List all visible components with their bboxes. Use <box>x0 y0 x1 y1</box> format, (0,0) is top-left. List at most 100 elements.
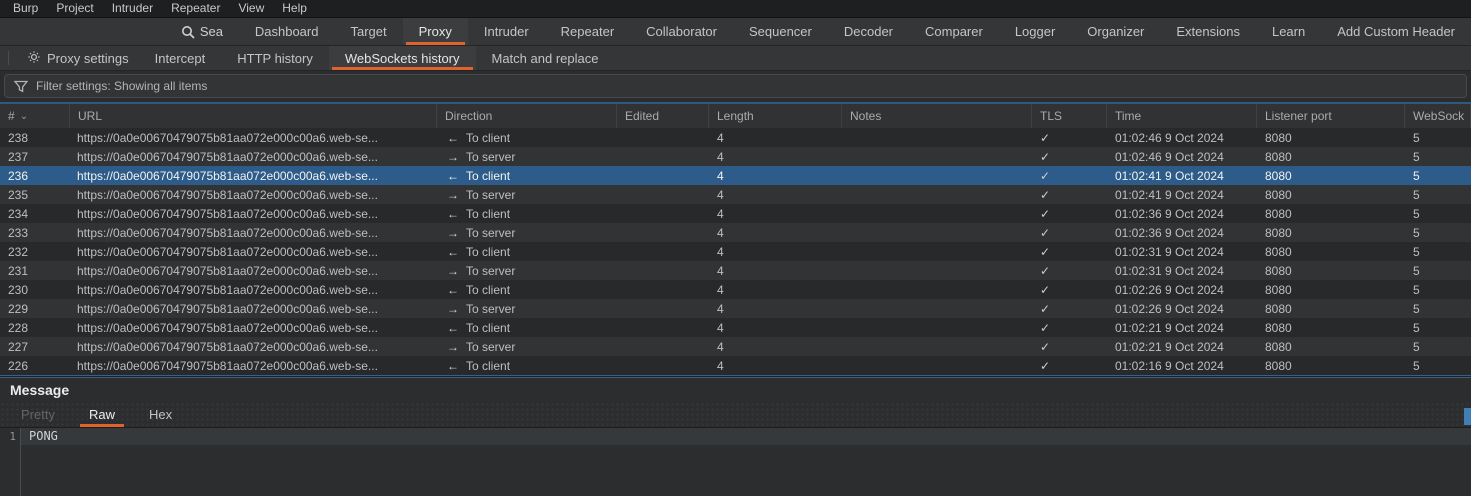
column-header[interactable]: URL <box>70 104 437 128</box>
main-tab-label: Intruder <box>484 24 529 39</box>
table-row[interactable]: 234 https://0a0e00670479075b81aa072e000c… <box>0 204 1471 223</box>
cell-url: https://0a0e00670479075b81aa072e000c00a6… <box>70 356 437 375</box>
direction-arrow-icon: ← <box>447 207 459 221</box>
main-tab[interactable]: Sequencer <box>733 18 828 45</box>
column-header[interactable]: Length <box>709 104 842 128</box>
main-tab[interactable]: Repeater <box>545 18 630 45</box>
main-tab[interactable]: Collaborator <box>630 18 733 45</box>
sub-tab[interactable]: Intercept <box>139 46 222 70</box>
main-tab-label: Learn <box>1272 24 1305 39</box>
cell-websocket-id: 5 <box>1405 280 1471 299</box>
main-tab[interactable]: Dashboard <box>239 18 335 45</box>
table-row[interactable]: 237 https://0a0e00670479075b81aa072e000c… <box>0 147 1471 166</box>
main-tab[interactable]: Decoder <box>828 18 909 45</box>
cell-websocket-id: 5 <box>1405 337 1471 356</box>
column-header[interactable]: # ⌄ <box>0 104 70 128</box>
proxy-settings-button[interactable]: Proxy settings <box>17 46 139 70</box>
cell-direction: → To server <box>437 299 617 318</box>
cell-tls: ✓ <box>1032 166 1107 185</box>
column-header[interactable]: Listener port <box>1257 104 1405 128</box>
column-header[interactable]: Notes <box>842 104 1032 128</box>
cell-url: https://0a0e00670479075b81aa072e000c00a6… <box>70 223 437 242</box>
table-row[interactable]: 226 https://0a0e00670479075b81aa072e000c… <box>0 356 1471 375</box>
cell-direction: ← To client <box>437 318 617 337</box>
message-view-tab[interactable]: Hex <box>132 402 189 427</box>
filter-band: Filter settings: Showing all items <box>0 71 1471 102</box>
main-tab[interactable]: Add Custom Header <box>1321 18 1471 45</box>
column-header[interactable]: WebSock <box>1405 104 1471 128</box>
cell-length: 4 <box>709 242 842 261</box>
table-row[interactable]: 236 https://0a0e00670479075b81aa072e000c… <box>0 166 1471 185</box>
column-header[interactable]: Direction <box>437 104 617 128</box>
message-view-tab-label: Pretty <box>21 407 55 422</box>
menubar: BurpProjectIntruderRepeaterViewHelp <box>0 0 1471 18</box>
menubar-item[interactable]: Burp <box>4 0 47 17</box>
main-tab-label: Repeater <box>561 24 614 39</box>
table-row[interactable]: 230 https://0a0e00670479075b81aa072e000c… <box>0 280 1471 299</box>
cell-tls: ✓ <box>1032 318 1107 337</box>
cell-websocket-id: 5 <box>1405 147 1471 166</box>
cell-edited <box>617 299 709 318</box>
cell-websocket-id: 5 <box>1405 185 1471 204</box>
cell-length: 4 <box>709 166 842 185</box>
table-row[interactable]: 233 https://0a0e00670479075b81aa072e000c… <box>0 223 1471 242</box>
table-row[interactable]: 235 https://0a0e00670479075b81aa072e000c… <box>0 185 1471 204</box>
table-row[interactable]: 227 https://0a0e00670479075b81aa072e000c… <box>0 337 1471 356</box>
checkmark-icon: ✓ <box>1040 302 1050 316</box>
sub-tab[interactable]: HTTP history <box>221 46 329 70</box>
column-header-label: Listener port <box>1265 109 1332 123</box>
message-editor-content[interactable]: PONG <box>21 428 1471 496</box>
menubar-item[interactable]: Repeater <box>162 0 229 17</box>
message-panel: Message Pretty Raw Hex 1 PONG <box>0 378 1471 496</box>
message-editor[interactable]: 1 PONG <box>0 428 1471 496</box>
cell-number: 238 <box>0 128 70 147</box>
table-row[interactable]: 231 https://0a0e00670479075b81aa072e000c… <box>0 261 1471 280</box>
search-button[interactable]: Sea <box>181 18 239 45</box>
column-header-label: TLS <box>1040 109 1062 123</box>
message-view-tab-bar: Pretty Raw Hex <box>0 402 1471 428</box>
cell-time: 01:02:21 9 Oct 2024 <box>1107 318 1257 337</box>
main-tab[interactable]: Extensions <box>1160 18 1256 45</box>
cell-websocket-id: 5 <box>1405 204 1471 223</box>
sub-tab[interactable]: Match and replace <box>476 46 615 70</box>
column-header[interactable]: Edited <box>617 104 709 128</box>
table-row[interactable]: 232 https://0a0e00670479075b81aa072e000c… <box>0 242 1471 261</box>
main-tab[interactable]: Learn <box>1256 18 1321 45</box>
cell-tls: ✓ <box>1032 242 1107 261</box>
message-view-tab[interactable]: Pretty <box>4 402 72 427</box>
main-tab[interactable]: Organizer <box>1071 18 1160 45</box>
edge-widget[interactable] <box>1464 408 1471 425</box>
menubar-item[interactable]: Help <box>273 0 316 17</box>
cell-tls: ✓ <box>1032 185 1107 204</box>
sub-tab[interactable]: WebSockets history <box>329 46 476 70</box>
main-tab[interactable]: Proxy <box>403 18 468 45</box>
sub-tab-label: HTTP history <box>237 51 313 66</box>
menubar-item[interactable]: View <box>229 0 273 17</box>
cell-direction: → To server <box>437 147 617 166</box>
table-row[interactable]: 229 https://0a0e00670479075b81aa072e000c… <box>0 299 1471 318</box>
menubar-item[interactable]: Project <box>47 0 102 17</box>
filter-settings-bar[interactable]: Filter settings: Showing all items <box>4 74 1467 98</box>
cell-time: 01:02:41 9 Oct 2024 <box>1107 166 1257 185</box>
menubar-item[interactable]: Intruder <box>103 0 162 17</box>
sub-tab-label: Match and replace <box>492 51 599 66</box>
direction-arrow-icon: → <box>447 150 459 164</box>
cell-notes <box>842 299 1032 318</box>
table-row[interactable]: 238 https://0a0e00670479075b81aa072e000c… <box>0 128 1471 147</box>
column-header[interactable]: Time <box>1107 104 1257 128</box>
cell-notes <box>842 223 1032 242</box>
cell-edited <box>617 128 709 147</box>
column-header-label: WebSock <box>1413 109 1464 123</box>
message-view-tab[interactable]: Raw <box>72 402 132 427</box>
checkmark-icon: ✓ <box>1040 264 1050 278</box>
sub-tab-label: Intercept <box>155 51 206 66</box>
column-header[interactable]: TLS <box>1032 104 1107 128</box>
main-tab[interactable]: Target <box>334 18 402 45</box>
direction-arrow-icon: → <box>447 264 459 278</box>
main-tab[interactable]: Logger <box>999 18 1071 45</box>
sub-tab-label: WebSockets history <box>345 51 460 66</box>
cell-edited <box>617 242 709 261</box>
table-row[interactable]: 228 https://0a0e00670479075b81aa072e000c… <box>0 318 1471 337</box>
main-tab[interactable]: Intruder <box>468 18 545 45</box>
main-tab[interactable]: Comparer <box>909 18 999 45</box>
